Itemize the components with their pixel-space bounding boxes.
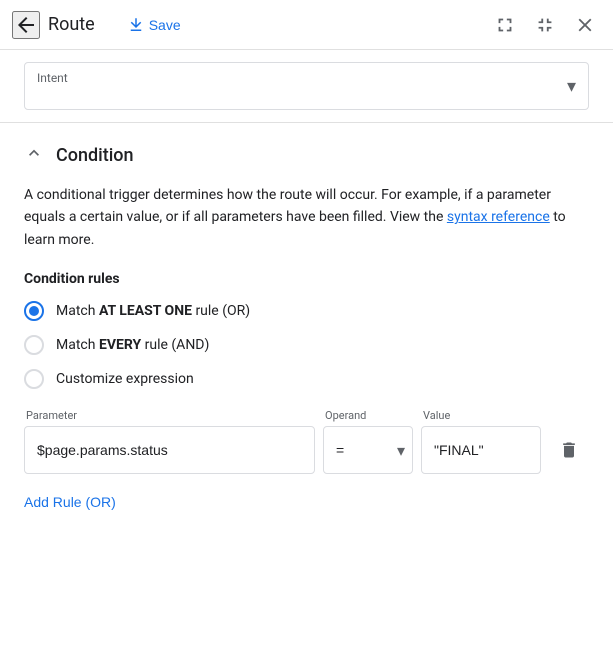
trash-icon [559, 440, 579, 460]
save-button[interactable]: Save [119, 12, 189, 38]
operand-wrapper: = != < > ▾ [323, 426, 413, 474]
delete-rule-button[interactable] [549, 426, 589, 474]
radio-label-every: Match EVERY rule (AND) [56, 337, 209, 353]
header-actions [489, 9, 601, 41]
radio-circle-every [24, 335, 44, 355]
condition-section: Condition A conditional trigger determin… [0, 123, 613, 534]
condition-description: A conditional trigger determines how the… [24, 184, 589, 251]
expand-button[interactable] [489, 9, 521, 41]
parameter-input[interactable] [24, 426, 315, 474]
intent-section: Intent ▾ [0, 50, 613, 123]
radio-label-at-least-one: Match AT LEAST ONE rule (OR) [56, 303, 250, 319]
condition-header: Condition [24, 143, 589, 168]
save-icon [127, 16, 145, 34]
chevron-up-icon [24, 143, 44, 163]
radio-inner-at-least-one [29, 306, 39, 316]
radio-circle-customize [24, 369, 44, 389]
page-title: Route [48, 14, 95, 35]
save-label: Save [149, 17, 181, 33]
header-left: Route Save [12, 11, 189, 39]
expand-icon [494, 14, 516, 36]
value-input[interactable] [421, 426, 541, 474]
close-button[interactable] [569, 9, 601, 41]
intent-dropdown[interactable]: Intent ▾ [24, 62, 589, 110]
close-icon [574, 14, 596, 36]
condition-options: Match AT LEAST ONE rule (OR) Match EVERY… [24, 301, 589, 389]
radio-circle-at-least-one [24, 301, 44, 321]
syntax-reference-link[interactable]: syntax reference [447, 209, 550, 225]
parameter-label: Parameter [24, 409, 315, 422]
radio-option-every[interactable]: Match EVERY rule (AND) [24, 335, 589, 355]
add-rule-button[interactable]: Add Rule (OR) [24, 490, 116, 514]
intent-label: Intent [37, 71, 68, 85]
back-arrow-icon [14, 13, 38, 37]
operand-select[interactable]: = != < > [323, 426, 413, 474]
collapse-window-icon [534, 14, 556, 36]
radio-option-at-least-one[interactable]: Match AT LEAST ONE rule (OR) [24, 301, 589, 321]
condition-rules-label: Condition rules [24, 271, 589, 287]
intent-arrow-icon: ▾ [567, 76, 576, 97]
back-button[interactable] [12, 11, 40, 39]
condition-title: Condition [56, 145, 134, 166]
header: Route Save [0, 0, 613, 50]
rule-row: Parameter Operand = != < > ▾ Value [24, 409, 589, 474]
collapse-window-button[interactable] [529, 9, 561, 41]
condition-collapse-icon[interactable] [24, 143, 44, 168]
radio-option-customize[interactable]: Customize expression [24, 369, 589, 389]
value-field-group: Value [421, 409, 541, 474]
operand-label: Operand [323, 409, 413, 422]
operand-field-group: Operand = != < > ▾ [323, 409, 413, 474]
parameter-field-group: Parameter [24, 409, 315, 474]
radio-label-customize: Customize expression [56, 371, 194, 387]
value-label: Value [421, 409, 541, 422]
